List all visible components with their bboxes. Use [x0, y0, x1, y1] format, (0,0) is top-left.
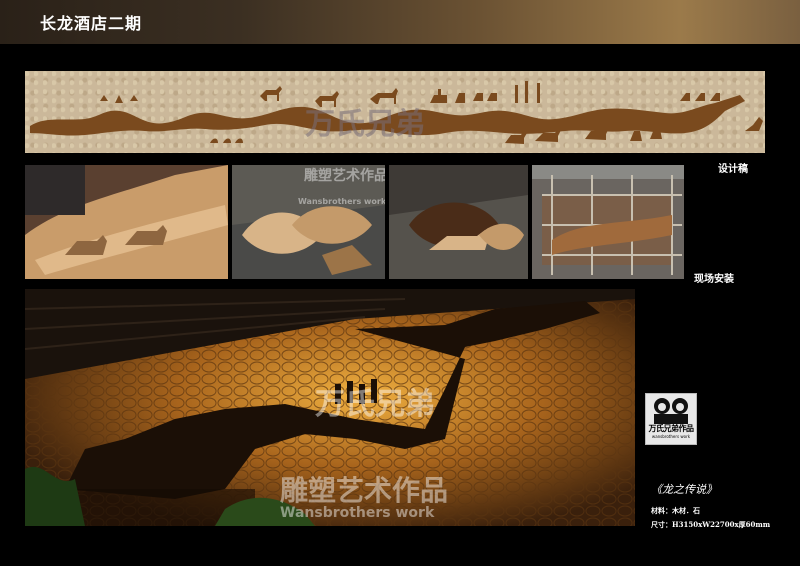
logo-subtitle: wansbrothers work: [651, 434, 691, 439]
install-photo-1: [25, 165, 228, 279]
main-installation-photo: 万氏兄弟 雕塑艺术作品 Wansbrothers work: [25, 289, 635, 526]
design-sketch-image: 万氏兄弟: [25, 71, 765, 153]
page-title: 长龙酒店二期: [40, 14, 143, 33]
brand-logo: 万氏兄弟作品 wansbrothers work: [645, 393, 697, 445]
dragon-silhouette-drawing: [30, 81, 763, 144]
install-label: 现场安装: [694, 274, 734, 285]
install-photo-3: [389, 165, 528, 279]
size-label: 尺寸：H3150xW22700x厚60mm: [651, 520, 771, 529]
install-photo-4: [532, 165, 684, 279]
install-photo-2: 雕塑艺术作品 Wansbrothers work: [232, 165, 385, 279]
artwork-title: 《龙之传说》: [651, 483, 717, 496]
brothers-portrait-icon: [654, 398, 688, 424]
design-label: 设计稿: [718, 164, 748, 175]
header-bar: 长龙酒店二期: [0, 0, 800, 44]
material-label: 材料：木材．石: [651, 506, 700, 515]
logo-title: 万氏兄弟作品: [648, 424, 695, 433]
